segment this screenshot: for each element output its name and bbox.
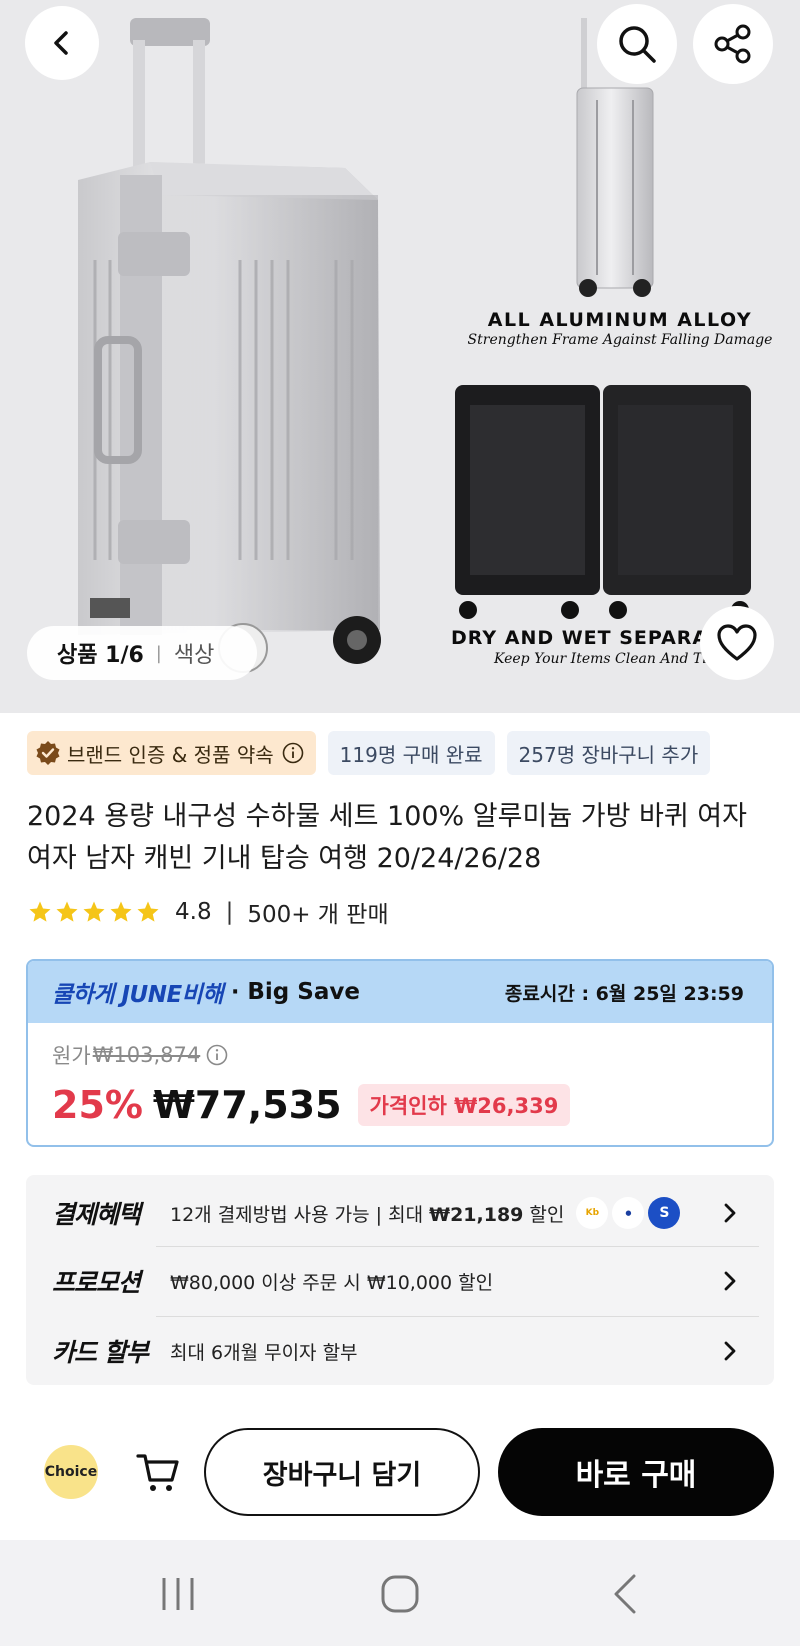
rating-row[interactable]: 4.8 | 500+ 개 판매 — [27, 895, 389, 929]
add-to-cart-button[interactable]: 장바구니 담기 — [204, 1428, 480, 1516]
original-price-row: 원가 ₩103,874 — [52, 1039, 748, 1071]
image-counter[interactable]: 상품 1/6 | 색상 — [27, 626, 257, 680]
image-index: 상품 1/6 — [57, 643, 144, 668]
installment-label: 카드 할부 — [52, 1338, 149, 1367]
installment-row[interactable]: 카드 할부 최대 6개월 무이자 할부 — [26, 1317, 774, 1385]
chevron-right-icon — [724, 1203, 736, 1223]
price-box: 쿨하게 JUNE비해 · Big Save 종료시간 : 6월 25일 23:5… — [26, 959, 774, 1147]
shinhan-card-logo: S — [648, 1197, 681, 1229]
current-price: ₩77,535 — [152, 1083, 342, 1127]
recent-apps-icon[interactable] — [156, 1572, 200, 1616]
chevron-right-icon — [724, 1341, 736, 1361]
event-name: 쿨하게 JUNE비해 — [52, 982, 224, 1008]
star-icon — [83, 901, 105, 922]
purchase-count-badge: 119명 구매 완료 — [327, 731, 495, 775]
verified-icon — [36, 741, 60, 765]
home-icon[interactable] — [378, 1572, 422, 1616]
installment-desc: 최대 6개월 무이자 할부 — [170, 1341, 358, 1364]
system-navigation-bar — [0, 1540, 800, 1646]
sold-count: 500+ 개 판매 — [247, 902, 389, 928]
event-banner[interactable]: 쿨하게 JUNE비해 · Big Save 종료시간 : 6월 25일 23:5… — [28, 961, 772, 1023]
discount-percent: 25% — [52, 1083, 143, 1127]
choice-badge[interactable]: Choice — [44, 1445, 98, 1499]
current-price-row: 25% ₩77,535 가격인하 ₩26,339 — [52, 1079, 748, 1131]
share-icon — [714, 24, 751, 64]
back-button[interactable] — [25, 6, 99, 80]
cart-button[interactable] — [134, 1448, 182, 1496]
wishlist-button[interactable] — [700, 606, 774, 680]
cart-count-badge: 257명 장바구니 추가 — [506, 731, 711, 775]
back-icon[interactable] — [604, 1572, 648, 1616]
original-price-label: 원가 — [52, 1044, 91, 1068]
product-title: 2024 용량 내구성 수하물 세트 100% 알루미늄 가방 바퀴 여자 여자… — [27, 801, 747, 874]
promotion-label: 프로모션 — [52, 1268, 141, 1297]
star-icon — [29, 901, 51, 922]
chevron-right-icon — [724, 1271, 736, 1291]
price-cut-badge: 가격인하 ₩26,339 — [357, 1084, 571, 1126]
product-photo — [78, 18, 751, 673]
star-icon — [137, 901, 159, 922]
rating-stars — [27, 900, 161, 924]
star-icon — [56, 901, 78, 922]
search-icon — [619, 26, 656, 63]
cart-icon — [136, 1454, 179, 1491]
benefits-panel: 결제혜택 12개 결제방법 사용 가능 | 최대 ₩21,189 할인 Kb ●… — [26, 1175, 774, 1385]
promotion-row[interactable]: 프로모션 ₩80,000 이상 주문 시 ₩10,000 할인 — [26, 1247, 774, 1315]
divider: | — [225, 899, 234, 925]
brand-verified-badge[interactable]: 브랜드 인증 & 정품 약속 — [27, 731, 316, 775]
star-icon — [110, 901, 132, 922]
chevron-left-icon — [54, 31, 68, 55]
event-tag: Big Save — [247, 979, 360, 1005]
info-icon — [282, 742, 303, 764]
divider: | — [155, 642, 162, 664]
product-badges: 브랜드 인증 & 정품 약속 119명 구매 완료 257명 장바구니 추가 — [27, 731, 711, 775]
rating-value: 4.8 — [175, 899, 212, 925]
kb-card-logo: Kb — [576, 1197, 609, 1229]
payment-benefit-desc: 12개 결제방법 사용 가능 | 최대 ₩21,189 할인 — [170, 1203, 565, 1226]
share-button[interactable] — [693, 4, 773, 84]
search-button[interactable] — [597, 4, 677, 84]
payment-logos: Kb ● S — [576, 1197, 681, 1229]
samsung-card-logo: ● — [612, 1197, 645, 1229]
heart-icon — [717, 624, 757, 661]
brand-badge-label: 브랜드 인증 & 정품 약속 — [67, 742, 274, 767]
promotion-desc: ₩80,000 이상 주문 시 ₩10,000 할인 — [170, 1271, 494, 1294]
original-price: ₩103,874 — [92, 1043, 201, 1067]
image-caption-title: ALL ALUMINUM ALLOY — [487, 309, 753, 331]
event-end-time: 종료시간 : 6월 25일 23:59 — [504, 982, 744, 1005]
product-image-gallery[interactable]: ALL ALUMINUM ALLOY Strengthen Frame Agai… — [0, 0, 800, 713]
payment-benefit-row[interactable]: 결제혜택 12개 결제방법 사용 가능 | 최대 ₩21,189 할인 Kb ●… — [26, 1179, 774, 1247]
color-option-label[interactable]: 색상 — [174, 637, 214, 669]
buy-now-button[interactable]: 바로 구매 — [498, 1428, 774, 1516]
payment-benefit-label: 결제혜택 — [52, 1200, 141, 1229]
info-icon[interactable] — [206, 1044, 228, 1066]
image-caption-subtitle: Strengthen Frame Against Falling Damage — [467, 332, 773, 348]
separator-dot: · — [231, 979, 240, 1005]
